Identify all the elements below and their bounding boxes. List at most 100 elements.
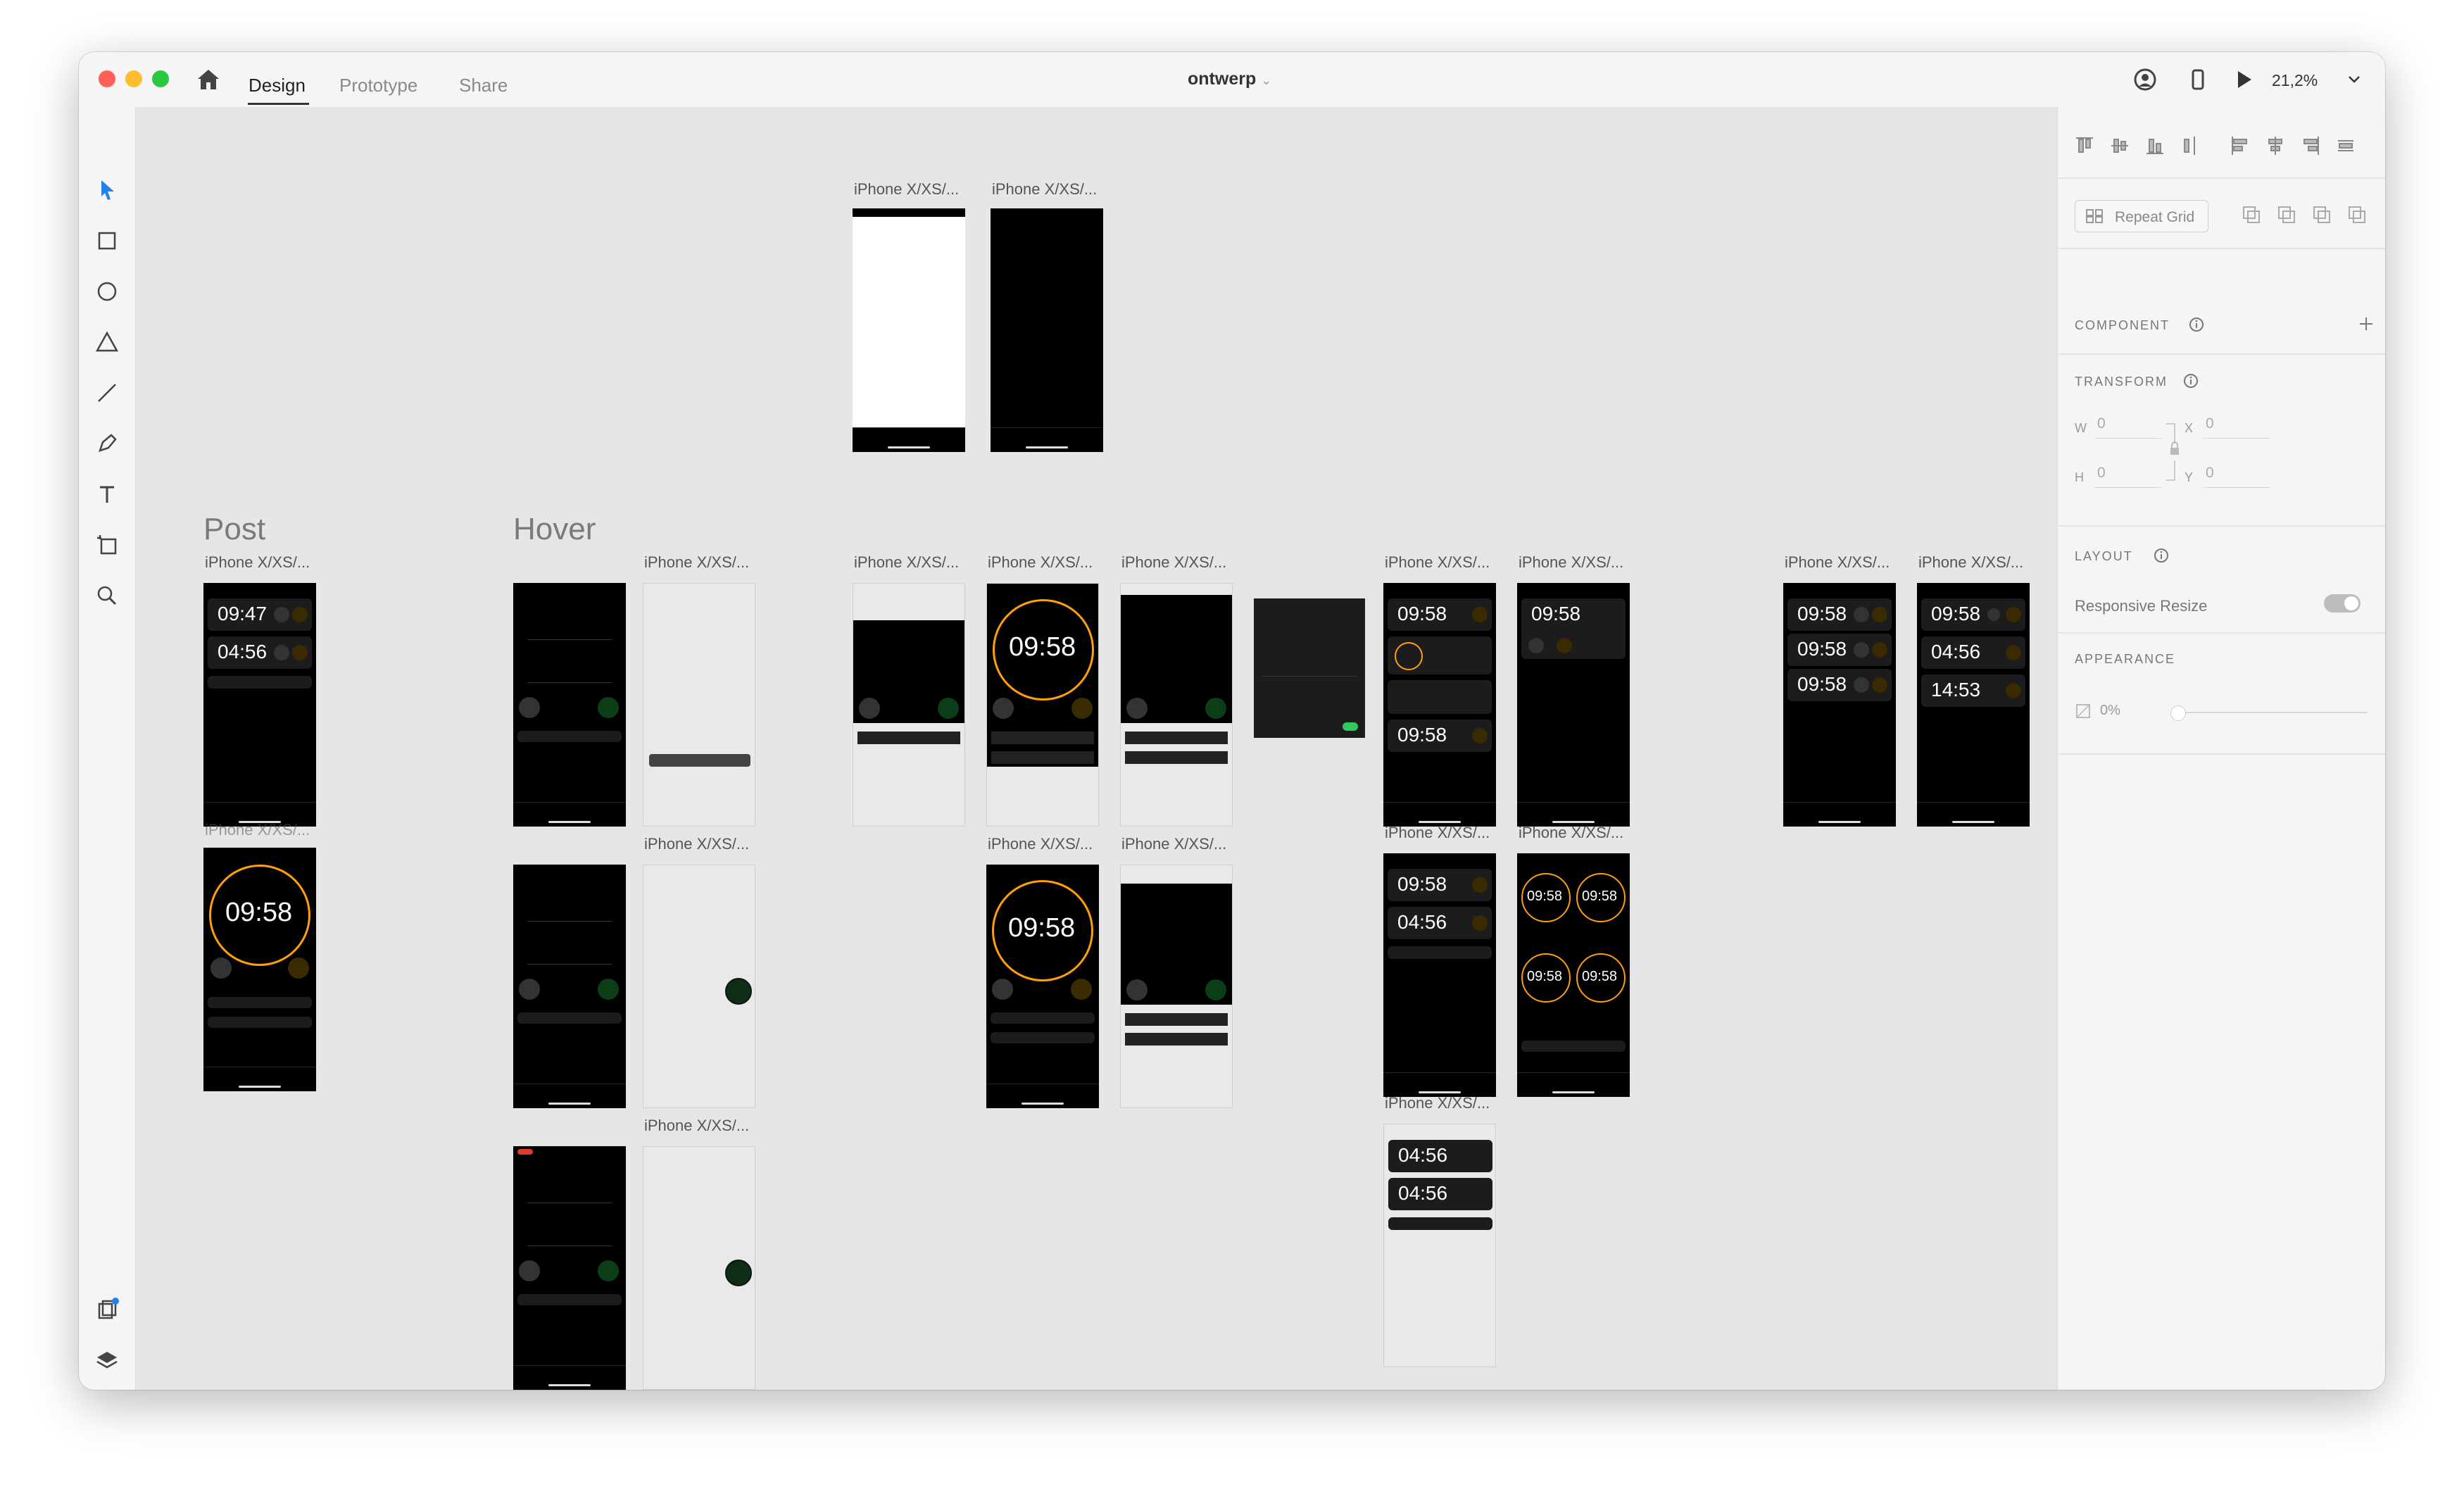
artboard-label[interactable]: iPhone X/XS/...	[1918, 553, 2023, 572]
minimize-window-button[interactable]	[125, 70, 142, 87]
add-timer-row[interactable]	[1388, 1217, 1492, 1230]
close-window-button[interactable]	[99, 70, 115, 87]
zoom-dropdown-chevron-icon[interactable]	[2346, 70, 2363, 87]
timer-card[interactable]: 09:58	[1787, 598, 1892, 631]
artboard-mid-b[interactable]: 09:58	[986, 583, 1099, 827]
timer-card[interactable]: 09:58	[1787, 669, 1892, 701]
timer-card[interactable]: 09:58	[1388, 720, 1492, 752]
timer-card[interactable]: 04:56	[1388, 907, 1492, 939]
document-title[interactable]: ontwerp ⌄	[1188, 69, 1271, 89]
artboard-white[interactable]	[853, 208, 965, 452]
artboard-black[interactable]	[991, 208, 1103, 452]
artboard-hover-3[interactable]	[513, 1146, 626, 1390]
responsive-resize-toggle[interactable]	[2324, 594, 2361, 613]
artboard-hover-light-3[interactable]	[643, 1146, 755, 1390]
artboard-col-f1[interactable]: 09:58 09:58 09:58	[1783, 583, 1896, 827]
timer-card[interactable]: 09:58	[1388, 869, 1492, 901]
tab-prototype[interactable]: Prototype	[339, 75, 417, 96]
zoom-tool-icon[interactable]	[93, 582, 121, 610]
artboard-col-e1[interactable]: 09:58	[1517, 583, 1630, 827]
ellipse-tool-icon[interactable]	[93, 277, 121, 306]
artboard-label[interactable]: iPhone X/XS/...	[1519, 824, 1623, 842]
timer-card[interactable]: 04:56	[1388, 1140, 1492, 1172]
opacity-value[interactable]: 0%	[2100, 703, 2120, 719]
lock-aspect-icon[interactable]	[2163, 417, 2185, 487]
width-field[interactable]: 0	[2097, 415, 2106, 432]
artboard-col-d1[interactable]: 09:58 09:58	[1383, 583, 1496, 827]
device-preview-icon[interactable]	[2186, 68, 2210, 92]
timer-card-expanded[interactable]	[1388, 636, 1492, 674]
opacity-slider-track[interactable]	[2173, 712, 2368, 713]
y-field[interactable]: 0	[2206, 465, 2214, 482]
artboard-label[interactable]: iPhone X/XS/...	[854, 180, 959, 199]
artboard-label[interactable]: iPhone X/XS/...	[1385, 824, 1490, 842]
x-field[interactable]: 0	[2206, 415, 2214, 432]
artboard-label[interactable]: iPhone X/XS/...	[1121, 553, 1226, 572]
artboard-col-d2[interactable]: 09:58 04:56	[1383, 853, 1496, 1097]
line-tool-icon[interactable]	[93, 379, 121, 407]
boolean-ops-icons[interactable]	[2241, 203, 2368, 227]
artboard-label[interactable]: iPhone X/XS/...	[1121, 835, 1226, 853]
timer-card[interactable]: 04:56	[208, 636, 312, 669]
text-tool-icon[interactable]	[93, 480, 121, 508]
align-icons-row[interactable]	[2075, 135, 2370, 156]
artboard-post-circle[interactable]: 09:58	[203, 848, 316, 1091]
artboard-label[interactable]: iPhone X/XS/...	[644, 835, 749, 853]
opacity-slider-knob[interactable]	[2170, 705, 2186, 721]
artboard-col-f2[interactable]: 09:58 04:56 14:53	[1917, 583, 2030, 827]
tab-share[interactable]: Share	[459, 75, 508, 96]
play-icon[interactable]	[2232, 68, 2256, 92]
timer-card-large[interactable]: 09:58	[1521, 598, 1626, 659]
artboard-hover-light-1[interactable]	[643, 583, 755, 827]
add-component-icon[interactable]	[2358, 315, 2375, 332]
rectangle-tool-icon[interactable]	[93, 227, 121, 255]
artboard-hover-2[interactable]	[513, 865, 626, 1108]
artboard-label[interactable]: iPhone X/XS/...	[1385, 553, 1490, 572]
artboard-hover-light-2[interactable]	[643, 865, 755, 1108]
artboard-mid-c2[interactable]	[1120, 865, 1233, 1108]
artboard-label[interactable]: iPhone X/XS/...	[1785, 553, 1890, 572]
timer-card[interactable]: 09:47	[208, 598, 312, 631]
zoom-level[interactable]: 21,2%	[2272, 71, 2318, 90]
home-icon[interactable]	[196, 68, 221, 92]
artboard-col-d3[interactable]: 04:56 04:56	[1383, 1124, 1496, 1367]
pen-tool-icon[interactable]	[93, 429, 121, 458]
artboard-col-e2[interactable]: 09:58 09:58 09:58 09:58	[1517, 853, 1630, 1097]
tab-design[interactable]: Design	[249, 75, 306, 96]
height-field[interactable]: 0	[2097, 465, 2106, 482]
artboard-label[interactable]: iPhone X/XS/...	[988, 835, 1093, 853]
design-canvas[interactable]: Post Hover iPhone X/XS/... iPhone X/XS/.…	[136, 107, 2056, 1390]
artboard-label[interactable]: iPhone X/XS/...	[205, 821, 310, 839]
artboard-label[interactable]: iPhone X/XS/...	[854, 553, 959, 572]
repeat-grid-button[interactable]: Repeat Grid	[2075, 200, 2208, 232]
add-timer-row[interactable]	[208, 676, 312, 689]
artboard-label[interactable]: iPhone X/XS/...	[205, 553, 310, 572]
artboard-label[interactable]: iPhone X/XS/...	[644, 1117, 749, 1135]
user-account-icon[interactable]	[2133, 68, 2157, 92]
select-tool-icon[interactable]	[93, 176, 121, 204]
artboard-mid-a[interactable]	[853, 583, 965, 827]
artboard-label[interactable]: iPhone X/XS/...	[992, 180, 1097, 199]
timer-card[interactable]: 14:53	[1921, 674, 2025, 707]
artboard-hover-1[interactable]	[513, 583, 626, 827]
timer-card[interactable]	[1388, 680, 1492, 714]
layers-icon[interactable]	[93, 1346, 121, 1374]
info-icon[interactable]	[2154, 548, 2169, 563]
artboard-mid-c[interactable]	[1120, 583, 1233, 827]
zoom-window-button[interactable]	[152, 70, 169, 87]
artboard-label[interactable]: iPhone X/XS/...	[988, 553, 1093, 572]
add-timer-row[interactable]	[1388, 946, 1492, 959]
artboard-label[interactable]: iPhone X/XS/...	[1519, 553, 1623, 572]
info-icon[interactable]	[2183, 373, 2199, 389]
artboard-tool-icon[interactable]	[93, 531, 121, 559]
timer-card[interactable]: 09:58	[1787, 634, 1892, 666]
assets-icon[interactable]	[93, 1295, 121, 1324]
info-icon[interactable]	[2189, 317, 2204, 332]
artboard-label[interactable]: iPhone X/XS/...	[644, 553, 749, 572]
timer-card[interactable]: 04:56	[1388, 1178, 1492, 1210]
artboard-post-list[interactable]: 09:47 04:56	[203, 583, 316, 827]
add-alarm-sheet[interactable]	[1254, 598, 1365, 738]
artboard-mid-b2[interactable]: 09:58	[986, 865, 1099, 1108]
artboard-label[interactable]: iPhone X/XS/...	[1385, 1094, 1490, 1112]
add-timer-row[interactable]	[1521, 1041, 1626, 1052]
